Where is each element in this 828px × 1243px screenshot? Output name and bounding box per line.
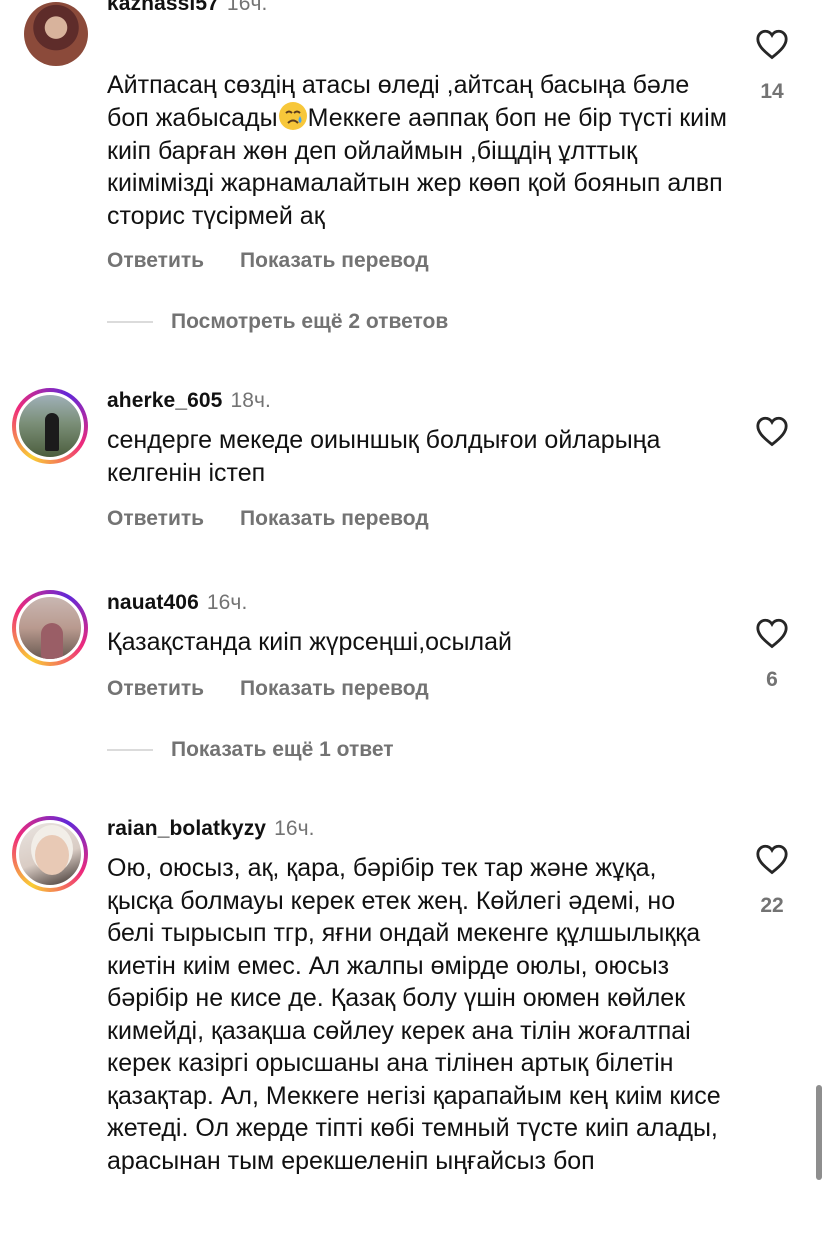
like-button[interactable] xyxy=(753,415,791,447)
comment-header: nauat406 16ч. xyxy=(107,591,247,615)
like-button[interactable] xyxy=(753,28,791,60)
heart-outline-icon xyxy=(756,844,788,875)
comment-text: Қазақстанда киіп жүрсеңші,осылай xyxy=(107,628,512,656)
replies-divider xyxy=(107,749,153,752)
view-more-replies[interactable]: Показать ещё 1 ответ xyxy=(107,738,394,762)
comment-text: Ою, оюсыз, ақ, қара, бәрібір тек тар жән… xyxy=(107,854,721,1175)
reply-button[interactable]: Ответить xyxy=(107,507,204,530)
replies-divider xyxy=(107,321,153,324)
avatar-image xyxy=(16,820,84,888)
comment-text: Айтпасаң сөздің атасы өледі ,айтсаң басы… xyxy=(107,36,727,232)
like-count: 14 xyxy=(760,80,784,103)
heart-outline-icon xyxy=(756,618,788,649)
username[interactable]: raian_bolatkyzy xyxy=(107,817,266,840)
avatar-story-ring[interactable] xyxy=(12,590,88,666)
comment-header: kaznassi57 16ч. xyxy=(107,0,267,16)
timestamp: 16ч. xyxy=(226,0,268,15)
translate-button[interactable]: Показать перевод xyxy=(240,677,429,700)
timestamp: 16ч. xyxy=(274,817,315,840)
avatar-image xyxy=(16,392,84,460)
crying-face-emoji-icon xyxy=(278,102,307,130)
username[interactable]: aherke_605 xyxy=(107,389,222,412)
timestamp: 18ч. xyxy=(230,389,271,412)
timestamp: 16ч. xyxy=(206,591,248,614)
scrollbar[interactable] xyxy=(816,1085,822,1180)
reply-button[interactable]: Ответить xyxy=(107,677,204,700)
like-count: 22 xyxy=(760,894,784,917)
view-more-replies-label: Показать ещё 1 ответ xyxy=(171,738,394,761)
avatar-image xyxy=(24,2,88,66)
username[interactable]: nauat406 xyxy=(107,591,199,614)
comment-actions: Ответить Показать перевод xyxy=(107,507,429,531)
heart-outline-icon xyxy=(756,29,788,60)
comment-text: сендерге мекеде оиыншық болдығои ойларың… xyxy=(107,426,661,487)
avatar-story-ring[interactable] xyxy=(12,816,88,892)
heart-outline-icon xyxy=(756,416,788,447)
avatar-story-ring[interactable] xyxy=(12,388,88,464)
username[interactable]: kaznassi57 xyxy=(107,0,219,15)
view-more-replies-label: Посмотреть ещё 2 ответов xyxy=(171,310,449,333)
like-count: 6 xyxy=(766,668,778,691)
like-button[interactable] xyxy=(753,617,791,649)
avatar[interactable] xyxy=(12,2,88,78)
comment-header: raian_bolatkyzy 16ч. xyxy=(107,817,315,841)
like-button[interactable] xyxy=(753,843,791,875)
comment-actions: Ответить Показать перевод xyxy=(107,677,429,701)
view-more-replies[interactable]: Посмотреть ещё 2 ответов xyxy=(107,310,448,334)
translate-button[interactable]: Показать перевод xyxy=(240,249,429,272)
translate-button[interactable]: Показать перевод xyxy=(240,507,429,530)
avatar-image xyxy=(16,594,84,662)
comment-header: aherke_605 18ч. xyxy=(107,389,271,413)
comment-actions: Ответить Показать перевод xyxy=(107,249,429,273)
reply-button[interactable]: Ответить xyxy=(107,249,204,272)
